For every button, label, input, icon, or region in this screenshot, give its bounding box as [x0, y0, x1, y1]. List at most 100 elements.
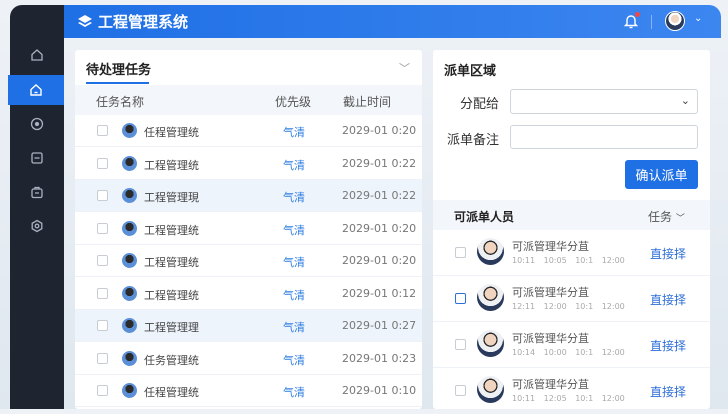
confirm-dispatch-button[interactable]: 确认派单 [625, 160, 698, 189]
avatar [122, 318, 137, 333]
row-checkbox[interactable] [97, 287, 108, 299]
due-date: 2029-01 0:20 [342, 221, 417, 235]
avatar [122, 155, 137, 171]
sidebar-item-dashboard[interactable] [8, 75, 64, 105]
priority: 气清 [283, 386, 305, 399]
person-avatar [477, 330, 504, 357]
document-icon [31, 152, 43, 164]
priority: 气清 [283, 191, 305, 204]
table-row[interactable]: 工程管理统 气清 2029-01 0:22 [75, 148, 422, 180]
task-name: 工程管理统 [144, 158, 199, 172]
avatar [122, 285, 137, 301]
home-icon [30, 84, 42, 96]
sidebar-item-compass[interactable] [10, 109, 64, 139]
panel-title: 派单区域 [444, 64, 497, 79]
person-name: 可派管理华分苴 [512, 240, 589, 253]
person-times: 10:14 10:00 10:1 12:00 [512, 348, 625, 357]
due-date: 2029-01 0:10 [342, 384, 417, 397]
task-name: 工程管理统 [144, 288, 199, 302]
sidebar-item-home[interactable] [10, 40, 64, 70]
assign-label: 分配给 [460, 97, 500, 112]
avatar [122, 188, 137, 203]
priority: 气清 [283, 223, 305, 237]
row-checkbox[interactable] [97, 125, 108, 136]
due-date: 2029-01 0:12 [342, 286, 417, 300]
gear-icon [31, 219, 43, 233]
person-checkbox[interactable] [455, 385, 466, 396]
chevron-down-icon[interactable]: ﹀ [399, 60, 410, 76]
chevron-down-icon: ⌄ [680, 94, 690, 107]
sidebar-item-settings[interactable] [10, 211, 64, 241]
priority: 气清 [283, 353, 305, 367]
task-filter-dropdown[interactable]: 任务 ﹀ [648, 208, 685, 225]
person-checkbox[interactable] [455, 247, 466, 258]
table-row[interactable]: 工程管理理 气清 2029-01 0:27 [75, 310, 422, 342]
direct-select-link[interactable]: 直接择 [650, 291, 686, 308]
people-section-header: 可派单人员 任务 ﹀ [433, 200, 710, 230]
section-title: 可派单人员 [454, 210, 515, 224]
tab-underline [86, 82, 149, 84]
sidebar-item-bag[interactable] [10, 177, 64, 207]
task-name: 工程管理统 [144, 223, 199, 237]
avatar [122, 383, 137, 398]
column-header-name[interactable]: 任务名称 [96, 93, 144, 110]
person-checkbox[interactable] [455, 339, 466, 350]
direct-select-link[interactable]: 直接择 [650, 245, 686, 262]
top-header: 工程管理系统 ⌄ [64, 5, 721, 38]
chevron-down-icon[interactable]: ⌄ [694, 13, 702, 24]
panel-title: 待处理任务 [86, 63, 152, 78]
column-header-due[interactable]: 截止时间 [343, 93, 391, 110]
table-row[interactable]: 任程管理统 气清 2029-01 0:20 [75, 115, 422, 147]
sidebar [8, 5, 64, 409]
direct-select-link[interactable]: 直接择 [650, 383, 686, 400]
avatar [122, 220, 137, 236]
note-input[interactable] [510, 125, 698, 149]
table-row[interactable]: 工程管理统 气清 2029-01 0:20 [75, 245, 422, 277]
row-checkbox[interactable] [97, 157, 108, 169]
task-name: 任务管理统 [144, 353, 199, 367]
bag-icon [31, 186, 43, 199]
person-row[interactable]: 可派管理华分苴 12:11 12:00 10:1 12:00 直接择 [433, 276, 710, 322]
assign-select[interactable]: ⌄ [510, 89, 698, 114]
table-row[interactable]: 工程管理現 气清 2029-01 0:22 [75, 180, 422, 212]
person-checkbox[interactable] [455, 293, 466, 304]
column-header-priority[interactable]: 优先级 [275, 93, 311, 110]
row-checkbox[interactable] [97, 352, 108, 364]
person-row[interactable]: 可派管理华分苴 10:11 12:05 10:1 12:00 直接择 [433, 368, 710, 414]
avatar [122, 253, 137, 268]
task-name: 任程管理统 [144, 126, 199, 139]
due-date: 2029-01 0:20 [342, 124, 417, 137]
row-checkbox[interactable] [97, 255, 108, 266]
direct-select-link[interactable]: 直接择 [650, 337, 686, 354]
app-title: 工程管理系统 [98, 13, 189, 31]
person-avatar [477, 284, 504, 311]
avatar [122, 350, 137, 366]
table-row[interactable]: 工程管理统 气清 2029-01 0:20 [75, 213, 422, 245]
note-label: 派单备注 [447, 133, 500, 148]
task-name: 工程管理現 [144, 191, 199, 204]
table-row[interactable]: 工程管理统 气清 2029-01 0:12 [75, 278, 422, 310]
row-checkbox[interactable] [97, 320, 108, 331]
person-row[interactable]: 可派管理华分苴 10:14 10:00 10:1 12:00 直接择 [433, 322, 710, 368]
sidebar-item-documents[interactable] [10, 143, 64, 173]
row-checkbox[interactable] [97, 190, 108, 201]
person-times: 10:11 12:05 10:1 12:00 [512, 394, 625, 403]
due-date: 2029-01 0:22 [342, 189, 417, 202]
priority: 气清 [283, 126, 305, 139]
task-name: 任程管理统 [144, 386, 199, 399]
table-row[interactable]: 任程管理统 气清 2029-01 0:10 [75, 375, 422, 407]
priority: 气清 [283, 321, 305, 334]
pending-tasks-panel: 待处理任务 ﹀ 任务名称 优先级 截止时间 任程管理统 气清 2029-01 0… [75, 50, 422, 409]
table-row[interactable]: 任务管理统 气清 2029-01 0:23 [75, 343, 422, 375]
due-date: 2029-01 0:23 [342, 351, 417, 365]
filter-label: 任务 [648, 210, 673, 224]
user-avatar[interactable] [665, 11, 685, 31]
person-row[interactable]: 可派管理华分苴 10:11 10:05 10:1 12:00 直接择 [433, 230, 710, 276]
person-avatar [477, 238, 504, 265]
row-checkbox[interactable] [97, 385, 108, 396]
home-icon [31, 49, 43, 61]
row-checkbox[interactable] [97, 222, 108, 234]
due-date: 2029-01 0:20 [342, 254, 417, 267]
notification-dot [635, 12, 640, 17]
person-name: 可派管理华分苴 [512, 378, 589, 391]
